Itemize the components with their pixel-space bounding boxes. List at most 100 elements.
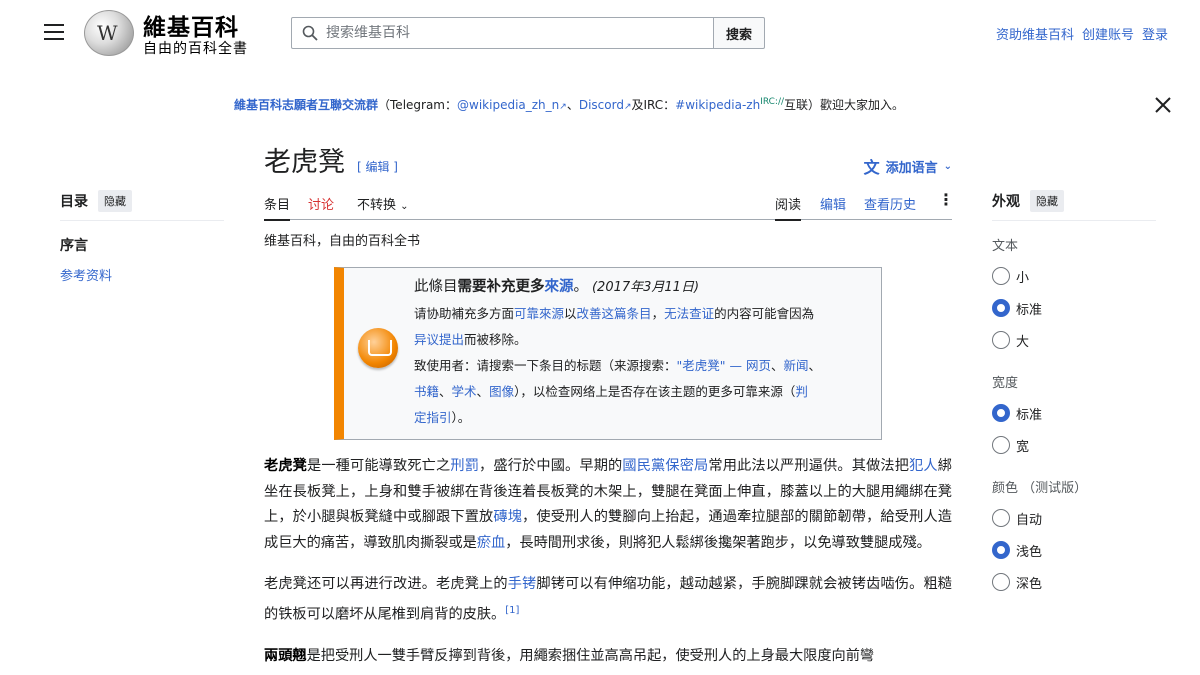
- text-size-standard-radio[interactable]: 标准: [992, 298, 1156, 318]
- width-standard-radio[interactable]: 标准: [992, 403, 1156, 423]
- books-search-link[interactable]: 书籍: [414, 384, 439, 399]
- site-tagline: 维基百科，自由的百科全书: [264, 234, 421, 249]
- wikipedia-globe-logo[interactable]: [84, 10, 134, 56]
- body-text: ，盛行於中國。早期的: [479, 458, 623, 474]
- radio-label: 深色: [1016, 576, 1043, 592]
- site-notice: 維基百科志願者互聯交流群（Telegram：@wikipedia_zh_n↗、D…: [234, 96, 904, 113]
- text-size-large-radio[interactable]: 大: [992, 330, 1156, 350]
- scholar-search-link[interactable]: 学术: [452, 384, 477, 399]
- radio-icon: [992, 573, 1010, 591]
- more-options-icon[interactable]: ⋮: [938, 190, 954, 215]
- table-of-contents: 目录 隐藏 序言 参考资料: [60, 190, 224, 284]
- radio-icon: [992, 267, 1010, 285]
- edit-title-link[interactable]: [ 编辑 ]: [357, 158, 398, 175]
- toc-title: 目录: [60, 194, 88, 210]
- language-icon: 文: [863, 158, 880, 177]
- bruise-link[interactable]: 瘀血: [477, 535, 505, 551]
- notice-text: 及IRC：: [631, 98, 676, 112]
- variant-label: 不转换: [357, 198, 397, 213]
- improve-article-link[interactable]: 改善这篇条目: [577, 306, 652, 321]
- discord-link[interactable]: Discord: [579, 98, 624, 112]
- notice-text: 致使用者：请搜索一下条目的标题（来源搜索：: [414, 358, 677, 373]
- add-languages-label: 添加语言: [885, 160, 938, 176]
- notice-text: 以: [564, 306, 577, 321]
- external-link-icon: ↗: [559, 102, 567, 112]
- tab-edit[interactable]: 编辑: [820, 194, 846, 219]
- notice-text: 互联）歡迎大家加入。: [784, 98, 905, 112]
- notice-text: ）。: [451, 410, 471, 425]
- notice-text: ），以检查网络上是否存在该主题的更多可靠来源（: [514, 384, 796, 399]
- tab-history[interactable]: 查看历史: [864, 194, 916, 219]
- telegram-link[interactable]: @wikipedia_zh_n: [457, 98, 559, 112]
- irc-link[interactable]: #wikipedia-zh: [675, 98, 760, 112]
- radio-checked-icon: [992, 299, 1010, 317]
- punishment-link[interactable]: 刑罰: [450, 458, 479, 474]
- main-menu-icon[interactable]: [44, 24, 64, 40]
- tab-read[interactable]: 阅读: [775, 194, 802, 221]
- color-dark-radio[interactable]: 深色: [992, 572, 1156, 592]
- search-button[interactable]: 搜索: [713, 17, 765, 49]
- notice-date: (2017年3月11日): [591, 280, 700, 295]
- radio-label: 标准: [1016, 302, 1043, 318]
- logo-title[interactable]: 維基百科: [143, 8, 239, 42]
- body-text: 常用此法以严刑逼供。其做法把: [708, 458, 910, 474]
- tab-talk[interactable]: 讨论: [308, 194, 334, 219]
- create-account-link[interactable]: 创建账号: [1082, 24, 1134, 43]
- login-link[interactable]: 登录: [1142, 24, 1168, 43]
- toc-item-references[interactable]: 参考资料: [60, 269, 112, 284]
- radio-checked-icon: [992, 541, 1010, 559]
- volunteer-group-link[interactable]: 維基百科志願者互聯交流群: [234, 98, 378, 112]
- radio-label: 小: [1016, 270, 1030, 286]
- appearance-panel: 外观 隐藏 文本 小 标准 大 宽度 标准 宽 颜色 （测试版） 自动 浅色 深…: [992, 190, 1156, 592]
- book-icon: [358, 328, 398, 368]
- radio-icon: [992, 331, 1010, 349]
- text-size-label: 文本: [992, 239, 1019, 254]
- body-text: ，長時間刑求後，則將犯人鬆綁後攙架著跑步，以免導致雙腿成殘。: [505, 534, 931, 551]
- verifiability-link[interactable]: 无法查证: [664, 306, 714, 321]
- prisoner-link[interactable]: 犯人: [909, 458, 938, 474]
- text-size-small-radio[interactable]: 小: [992, 266, 1156, 286]
- body-text: 是一種可能導致死亡之: [307, 458, 451, 474]
- reference-link[interactable]: [1]: [505, 605, 519, 616]
- tab-article[interactable]: 条目: [264, 194, 291, 221]
- brick-link[interactable]: 磚塊: [493, 509, 522, 525]
- guideline-link[interactable]: 判: [795, 384, 808, 399]
- donate-link[interactable]: 资助维基百科: [996, 24, 1074, 43]
- paragraph-2: 老虎凳还可以再进行改进。老虎凳上的手铐脚铐可以有伸缩功能，越动越紧，手腕脚踝就会…: [264, 572, 952, 628]
- handcuffs-link[interactable]: 手铐: [508, 576, 537, 592]
- guideline-link[interactable]: 定指引: [414, 410, 452, 425]
- color-light-radio[interactable]: 浅色: [992, 540, 1156, 560]
- radio-label: 自动: [1016, 512, 1043, 528]
- irc-protocol-label: IRC://: [760, 97, 785, 107]
- body-text: 是把受刑人一雙手臂反擰到背後，用繩索捆住並高高吊起，使受刑人的上身最大限度向前彎: [306, 647, 875, 664]
- notice-title-text: 此條目: [414, 279, 458, 295]
- web-search-link[interactable]: 网页: [746, 358, 771, 373]
- toc-hide-button[interactable]: 隐藏: [98, 190, 132, 212]
- search-input[interactable]: [326, 25, 696, 41]
- notice-text: 的内容可能會因為: [714, 306, 815, 321]
- notice-title-bold: 需要补充更多: [457, 279, 545, 295]
- notice-separator: 、: [566, 98, 579, 112]
- appearance-hide-button[interactable]: 隐藏: [1030, 190, 1064, 212]
- news-search-link[interactable]: 新闻: [784, 358, 809, 373]
- challenge-link[interactable]: 异议提出: [414, 332, 464, 347]
- color-auto-radio[interactable]: 自动: [992, 508, 1156, 528]
- width-wide-radio[interactable]: 宽: [992, 435, 1156, 455]
- images-search-link[interactable]: 图像: [489, 384, 514, 399]
- add-languages-button[interactable]: 文 添加语言 ⌄: [864, 154, 952, 178]
- notice-text: 而被移除。: [464, 332, 527, 347]
- notice-text: （Telegram：: [378, 98, 458, 112]
- tab-variant[interactable]: 不转换 ⌄: [357, 194, 409, 219]
- reliable-sources-link[interactable]: 可靠來源: [514, 306, 564, 321]
- main-content: 老虎凳 [ 编辑 ] 文 添加语言 ⌄ 条目 讨论 不转换 ⌄ 阅读 编辑 查看…: [264, 140, 954, 669]
- search-term-link[interactable]: "老虎凳": [677, 358, 726, 373]
- header: 維基百科 自由的百科全書 搜索 资助维基百科 创建账号 登录: [0, 0, 1200, 66]
- toc-item-intro[interactable]: 序言: [60, 235, 224, 255]
- kmt-bureau-link[interactable]: 國民黨保密局: [622, 458, 708, 474]
- width-label: 宽度: [992, 376, 1019, 391]
- sources-link[interactable]: 來源: [545, 279, 574, 295]
- chevron-down-icon: ⌄: [943, 160, 952, 172]
- close-icon[interactable]: [1154, 96, 1172, 114]
- notice-text: 请协助補充多方面: [414, 306, 515, 321]
- notice-title-text: 。: [573, 279, 589, 295]
